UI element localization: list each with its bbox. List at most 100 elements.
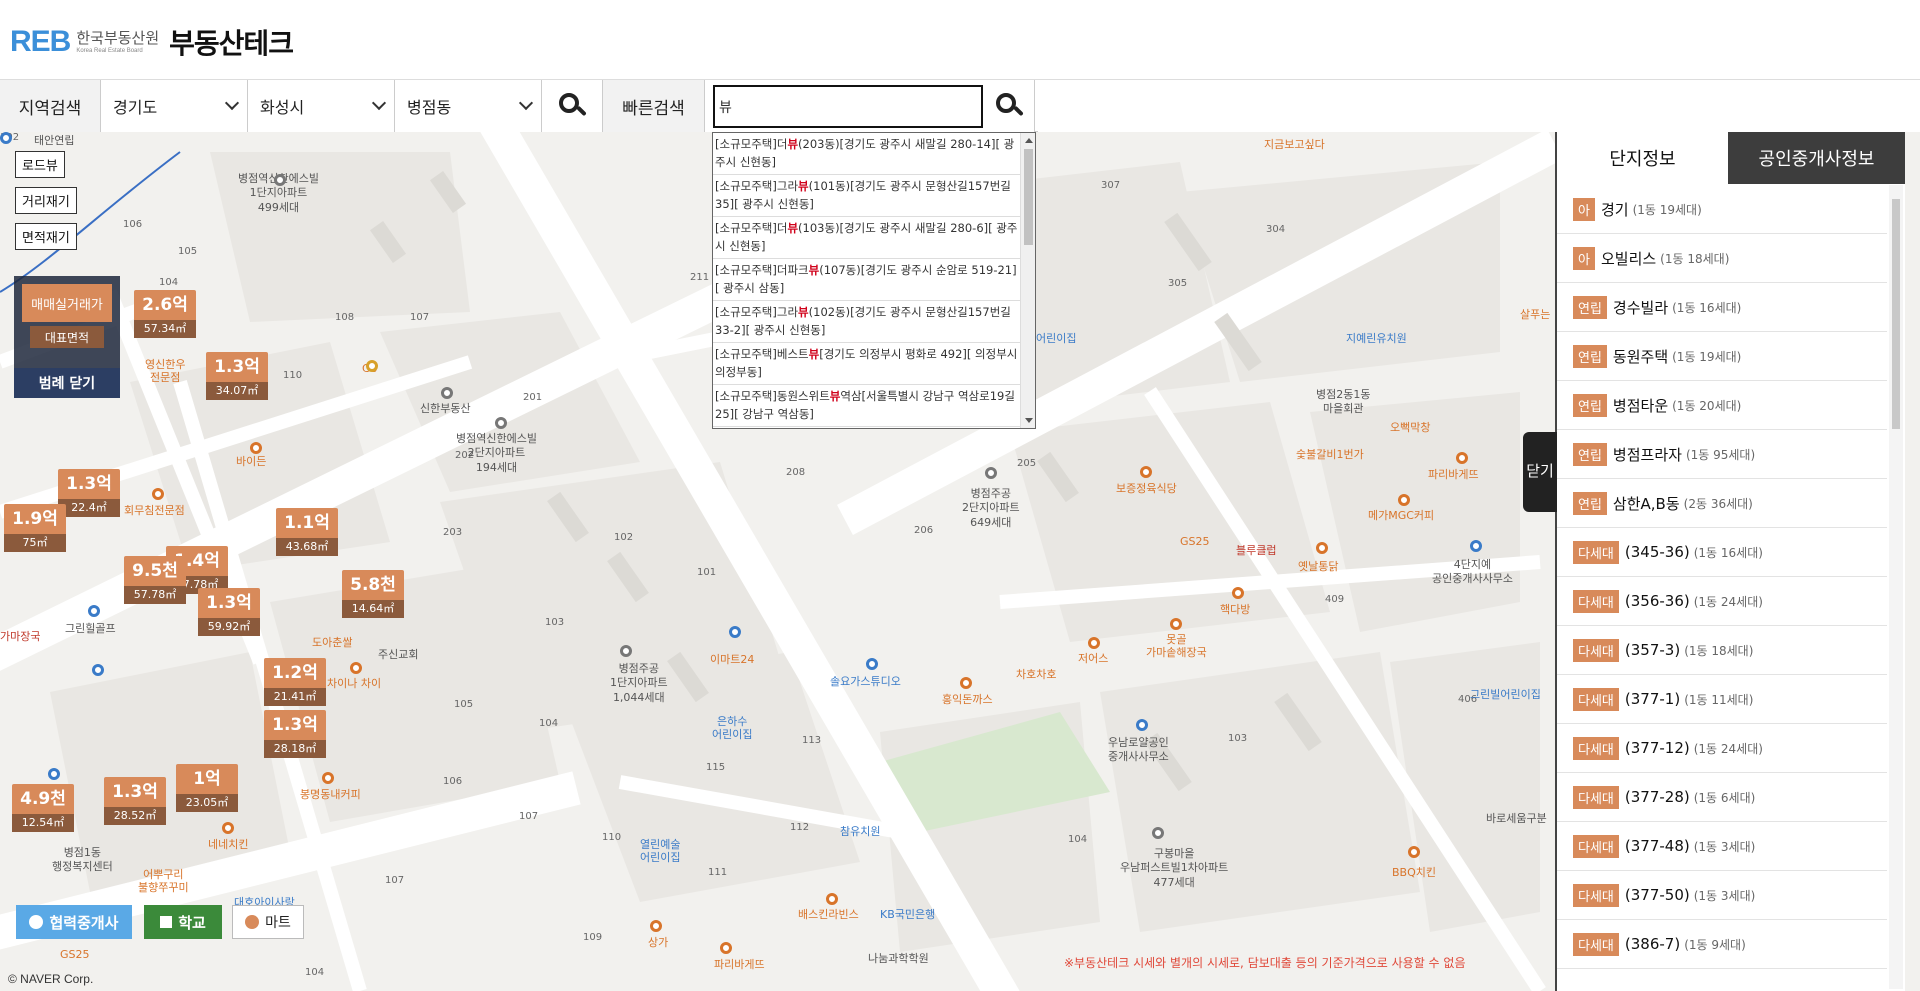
region-search-button[interactable]: [542, 80, 603, 132]
panel-close-button[interactable]: 닫기: [1523, 432, 1557, 512]
map-poi-baroeum[interactable]: 바로세움구분: [1486, 812, 1547, 826]
map-poi-ijip[interactable]: 어린이집: [1036, 332, 1076, 345]
map-label-apt2[interactable]: 병점역신한에스빌 2단지아파트 194세대: [456, 432, 537, 475]
price-marker[interactable]: 2.6억 57.34㎡: [134, 290, 196, 338]
map-poi-grinhill[interactable]: 그린힐골프: [65, 622, 116, 636]
scroll-thumb[interactable]: [1024, 149, 1033, 245]
map-poi-nene[interactable]: 네네치킨: [208, 838, 248, 851]
map-poi-sutbul[interactable]: 숯불갈비1번가: [1296, 448, 1364, 461]
map-poi-jusin[interactable]: 주신교회: [378, 648, 418, 662]
scroll-down-icon[interactable]: [1025, 418, 1033, 423]
scroll-up-icon[interactable]: [1025, 138, 1033, 143]
complex-list-item[interactable]: 연립 경수빌라 (1동 16세대): [1557, 283, 1887, 332]
suggestion-item[interactable]: [소규모주택]동원스위트뷰역삼[서울특별시 강남구 역삼로19길 25][ 강남…: [713, 385, 1021, 427]
map-label-apt3[interactable]: 병점주공 2단지아파트 649세대: [962, 487, 1020, 530]
province-select[interactable]: 경기도: [101, 80, 248, 132]
tab-agent-info[interactable]: 공인중개사정보: [1728, 132, 1905, 184]
map-poi-sangga[interactable]: 상가: [648, 936, 668, 949]
tab-complex-info[interactable]: 단지정보: [1557, 132, 1728, 184]
map-poi-motgol[interactable]: 못골 가마솥해장국: [1146, 633, 1207, 659]
complex-list-item[interactable]: 다세대 (356-36) (1동 24세대): [1557, 577, 1887, 626]
map-poi-bosung[interactable]: 보증정육식당: [1116, 482, 1177, 495]
price-marker[interactable]: 9.5천 57.78㎡: [124, 556, 186, 604]
roadview-button[interactable]: 로드뷰: [15, 151, 65, 178]
complex-list-item[interactable]: 다세대 (377-48) (1동 3세대): [1557, 822, 1887, 871]
complex-list-item[interactable]: 다세대 (357-3) (1동 18세대): [1557, 626, 1887, 675]
complex-list-item[interactable]: 다세대 (377-50) (1동 3세대): [1557, 871, 1887, 920]
price-marker[interactable]: 1억 23.05㎡: [176, 764, 238, 812]
price-marker[interactable]: 1.3억 59.92㎡: [198, 588, 260, 636]
dong-select[interactable]: 병점동: [395, 80, 542, 132]
map-poi-yeolrin[interactable]: 열린예술 어린이집: [640, 838, 680, 864]
suggestion-item[interactable]: [소규모주택]그라뷰(101동)[경기도 광주시 문형산길157번길 35][ …: [713, 175, 1021, 217]
map-poi-byeongjeom1[interactable]: 병점1동 행정복지센터: [52, 846, 113, 875]
complex-list-item[interactable]: 다세대 (377-12) (1동 24세대): [1557, 724, 1887, 773]
complex-list-item[interactable]: 아 경기 (1동 19세대): [1557, 185, 1887, 234]
map-poi-paris2[interactable]: 파리바게뜨: [714, 958, 765, 971]
mart-button[interactable]: 마트: [232, 905, 304, 939]
quick-search-input[interactable]: [713, 85, 983, 128]
map-poi-odeok[interactable]: 오뻑막창: [1390, 421, 1430, 434]
map-poi-jamsil[interactable]: 참유치원: [840, 825, 880, 838]
suggestion-item[interactable]: [소규모주택]그라뷰(102동)[경기도 광주시 문형산길157번길 33-2]…: [713, 301, 1021, 343]
map-poi-paris1[interactable]: 파리바게뜨: [1428, 468, 1479, 481]
partner-agent-button[interactable]: 협력중개사: [16, 905, 132, 939]
school-button[interactable]: 학교: [144, 905, 222, 939]
map-poi-eomukguri[interactable]: 어뿌구리 불향쭈꾸미: [138, 868, 189, 894]
map-poi-jigeum[interactable]: 지금보고싶다: [1264, 138, 1325, 151]
complex-list-item[interactable]: 다세대 (345-36) (1동 16세대): [1557, 528, 1887, 577]
map-poi-sadan[interactable]: 4단지예 공인중개사사무소: [1432, 558, 1513, 587]
map-poi-kb[interactable]: KB국민은행: [880, 908, 935, 921]
legend-close-button[interactable]: 범례 닫기: [14, 368, 120, 398]
map-poi-blueclub[interactable]: 블루클럽: [1236, 542, 1276, 558]
map-poi-chahochaho[interactable]: 차호차호: [1016, 668, 1056, 681]
map-poi-haekdabang[interactable]: 핵다방: [1220, 603, 1250, 616]
map-poi-yeongsin[interactable]: 영신한우 전문점: [145, 358, 185, 384]
quick-search-button[interactable]: [983, 80, 1035, 132]
map-poi-bongmyeong[interactable]: 봉명동내커피: [300, 788, 361, 801]
complex-list-item[interactable]: 다세대 (386-7) (1동 9세대): [1557, 920, 1887, 969]
price-marker[interactable]: 1.2억 21.41㎡: [264, 658, 326, 706]
map-poi-solyo[interactable]: 솔요가스튜디오: [830, 675, 901, 688]
complex-list-item[interactable]: 다세대 (377-28) (1동 6세대): [1557, 773, 1887, 822]
price-marker[interactable]: 1.3억 28.18㎡: [264, 710, 326, 758]
map-label-apt4[interactable]: 병점주공 1단지아파트 1,044세대: [610, 662, 668, 705]
complex-list-item[interactable]: 연립 동원주택 (1동 19세대): [1557, 332, 1887, 381]
panel-scrollbar[interactable]: [1889, 185, 1903, 989]
price-marker[interactable]: 1.1억 43.68㎡: [276, 508, 338, 556]
price-marker[interactable]: 1.3억 28.52㎡: [104, 777, 166, 825]
suggestion-item[interactable]: [소규모주택]더파크뷰(107동)[경기도 광주시 순암로 519-21][ 광…: [713, 259, 1021, 301]
map-poi-shinhan-realty[interactable]: 신한부동산: [420, 402, 471, 416]
map-poi-hongik[interactable]: 홍익돈까스: [942, 693, 993, 706]
complex-list-item[interactable]: 아 오빌리스 (1동 18세대): [1557, 234, 1887, 283]
map-poi-china[interactable]: 차이나 차이: [327, 677, 381, 690]
complex-list-item[interactable]: 연립 병점프라자 (1동 95세대): [1557, 430, 1887, 479]
map-poi-woonam[interactable]: 우남로얄공인 중개사사무소: [1108, 736, 1169, 765]
price-marker[interactable]: 4.9천 12.54㎡: [12, 784, 74, 832]
area-measure-button[interactable]: 면적재기: [15, 223, 77, 250]
map-poi-hoemu[interactable]: 회무침전문점: [124, 504, 185, 517]
price-marker[interactable]: 5.8천 14.64㎡: [342, 570, 404, 618]
map-poi-gs25b[interactable]: GS25: [60, 948, 90, 961]
suggestion-scrollbar[interactable]: [1020, 133, 1035, 428]
map-poi-gamajang[interactable]: 가마장국: [0, 628, 40, 644]
map-poi-mega[interactable]: 메가MGC커피: [1368, 509, 1434, 522]
map-poi-gs25[interactable]: GS25: [1180, 535, 1210, 548]
price-marker[interactable]: 1.9억 75㎡: [4, 504, 66, 552]
map-poi-jeoeseu[interactable]: 저어스: [1078, 652, 1108, 665]
map-poi-jiyerin[interactable]: 지예린유치원: [1346, 332, 1407, 345]
map-poi-salpu[interactable]: 살푸는: [1520, 308, 1550, 321]
suggestion-item[interactable]: [소규모주택]베스트뷰[경기도 의정부시 평화로 492][ 의정부시 의정부동…: [713, 343, 1021, 385]
map-poi-bbq[interactable]: BBQ치킨: [1392, 866, 1436, 879]
map-poi-doamaebal[interactable]: 도아춘쌀: [312, 636, 352, 649]
complex-list-item[interactable]: 다세대 (377-1) (1동 11세대): [1557, 675, 1887, 724]
city-select[interactable]: 화성시: [248, 80, 395, 132]
map-poi-green[interactable]: 그린빌어린이집: [1470, 688, 1541, 701]
map-poi-emart[interactable]: 이마트24: [710, 653, 754, 666]
map-poi-eunhasu[interactable]: 은하수 어린이집: [712, 715, 752, 741]
map-poi-nanum[interactable]: 나눔과학학원: [868, 952, 929, 966]
suggestion-item[interactable]: [소규모주택]더뷰(203동)[경기도 광주시 새말길 280-14][ 광주시…: [713, 133, 1021, 175]
complex-list-item[interactable]: 연립 삼한A,B동 (2동 36세대): [1557, 479, 1887, 528]
suggestion-item[interactable]: [소규모주택]더뷰(103동)[경기도 광주시 새말길 280-6][ 광주시 …: [713, 217, 1021, 259]
map-label-apt5[interactable]: 구봉마을 우남퍼스트빌1차아파트 477세대: [1120, 847, 1228, 890]
